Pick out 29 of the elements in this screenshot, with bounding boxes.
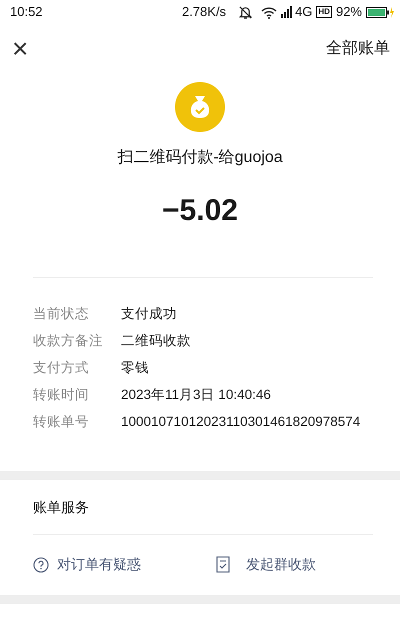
detail-value: 零钱 <box>121 359 150 377</box>
document-check-icon <box>216 556 230 573</box>
detail-value: 二维码收款 <box>121 332 192 350</box>
notifications-off-icon <box>238 4 254 20</box>
payment-title: 扫二维码付款-给guojoa <box>117 148 283 168</box>
detail-value: 支付成功 <box>121 305 178 323</box>
detail-label: 转账时间 <box>33 386 90 404</box>
close-button[interactable]: × <box>12 35 28 63</box>
signal-icon <box>281 6 294 18</box>
wifi-icon <box>261 6 278 18</box>
detail-value: 10001071012023110301461820978574 <box>121 413 362 431</box>
clock: 10:52 <box>10 3 43 22</box>
network-type: 4G <box>295 3 312 22</box>
detail-value: 2023年11月3日 10:40:46 <box>121 386 272 404</box>
battery-charging-icon <box>366 6 394 18</box>
battery-percent: 92% <box>336 3 362 22</box>
hd-badge: HD <box>316 6 332 18</box>
detail-label: 收款方备注 <box>33 332 104 350</box>
detail-label: 支付方式 <box>33 359 90 377</box>
payment-amount: −5.02 <box>162 193 238 229</box>
help-icon <box>33 556 49 572</box>
detail-label: 当前状态 <box>33 305 90 323</box>
section-title: 账单服务 <box>32 498 90 517</box>
all-bills-link[interactable]: 全部账单 <box>326 37 390 61</box>
money-bag-icon <box>175 82 225 132</box>
group-collect-link[interactable]: 发起群收款 <box>246 554 316 575</box>
detail-label: 转账单号 <box>33 413 90 431</box>
order-question-link[interactable]: 对订单有疑惑 <box>57 554 141 575</box>
network-speed: 2.78K/s <box>182 3 226 22</box>
